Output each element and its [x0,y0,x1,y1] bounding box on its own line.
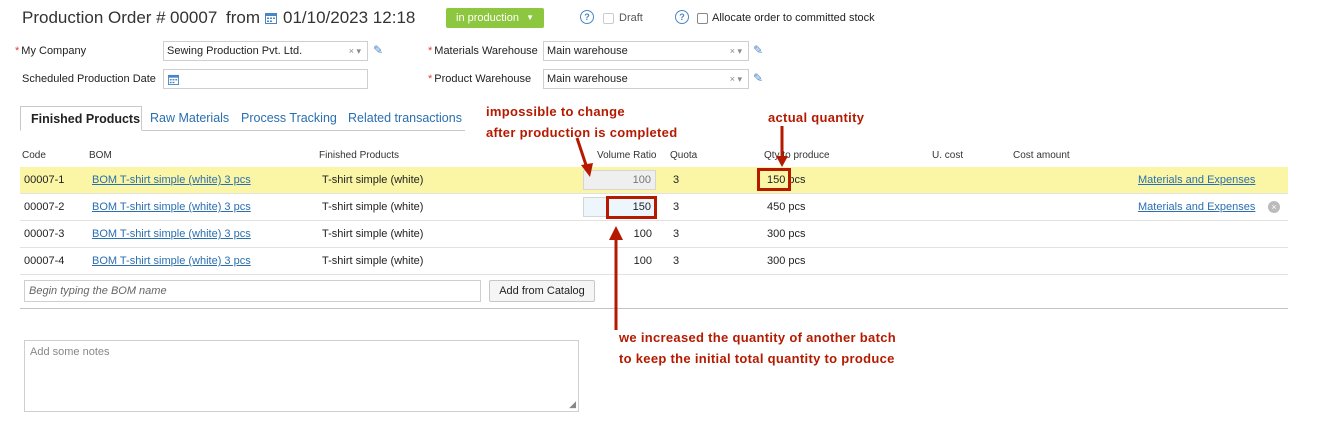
tab-finished-products[interactable]: Finished Products [20,106,142,131]
annotation-arrows [575,126,788,330]
arrow-head [776,156,788,167]
arrow-to-disabled-ratio [575,137,589,169]
arrow-head [609,226,623,240]
arrow-head [581,163,593,177]
